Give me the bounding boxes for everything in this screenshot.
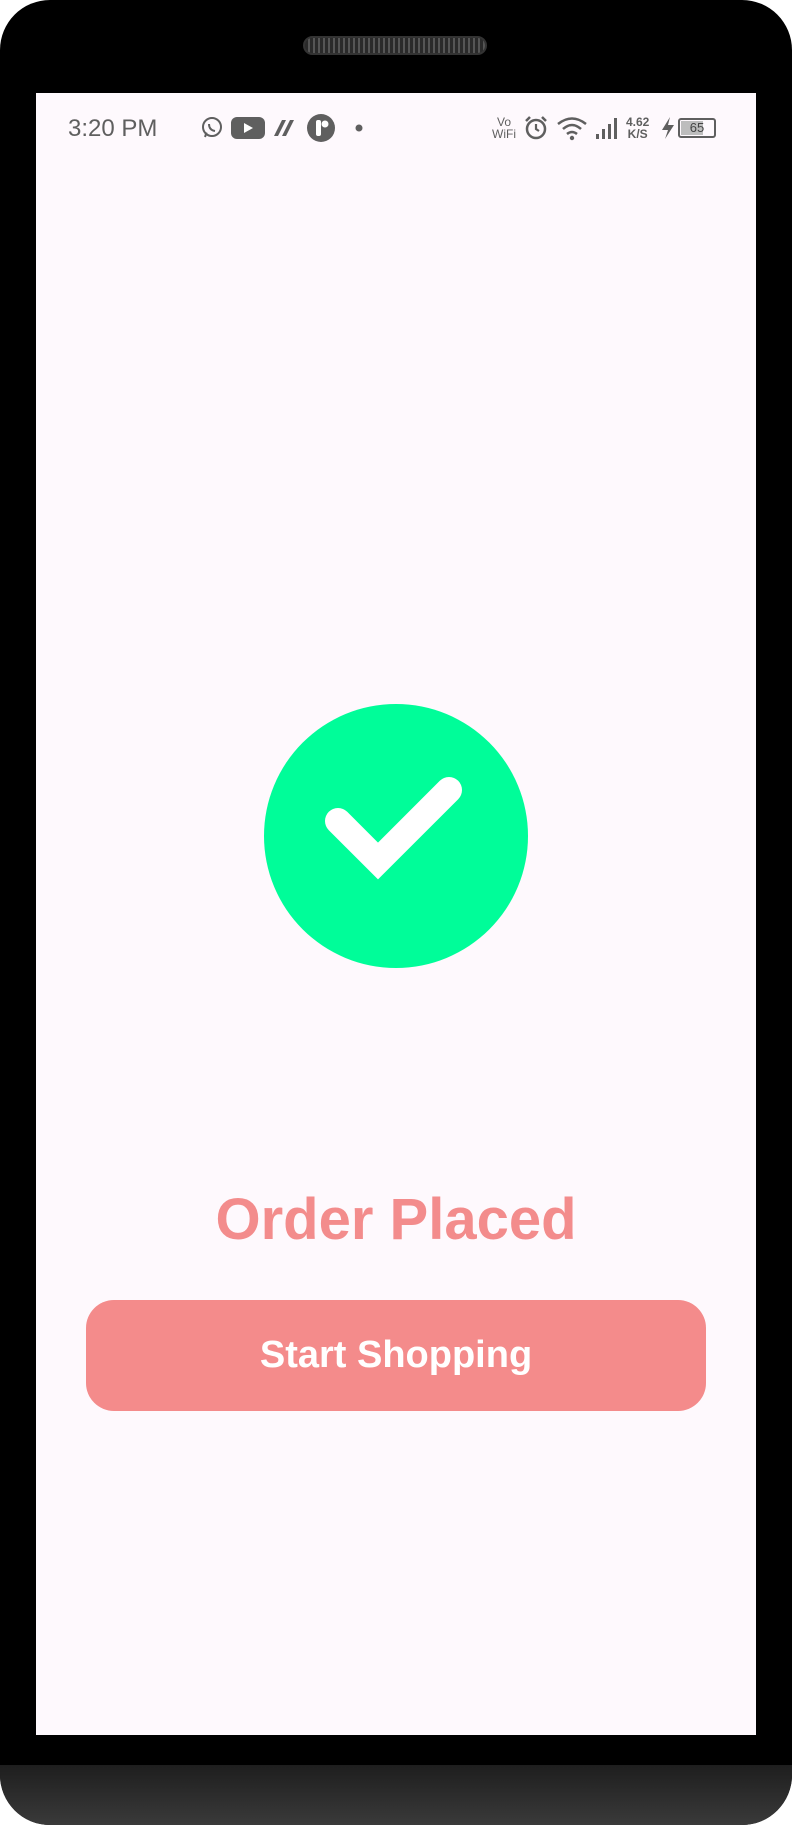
app-icon [272,111,298,145]
phone-frame: 3:20 PM Vo WiFi 4.62 K/S 65 Order Placed… [0,0,792,1825]
check-circle-icon [264,704,528,968]
status-bar: 3:20 PM Vo WiFi 4.62 K/S 65 [36,93,756,163]
status-time: 3:20 PM [68,115,158,142]
battery-percent: 65 [689,120,705,135]
battery-icon: 65 [678,111,716,145]
signal-icon [594,111,620,145]
app-screen: 3:20 PM Vo WiFi 4.62 K/S 65 Order Placed… [36,93,756,1735]
dot-icon [354,111,364,145]
order-placed-title: Order Placed [215,1187,577,1252]
alarm-icon [523,111,549,145]
wifi-icon [556,111,588,145]
vowifi-bottom-label: WiFi [492,127,516,141]
earpiece-speaker [303,36,487,55]
network-speed-unit: K/S [627,127,648,141]
battery-body: 65 [678,118,716,138]
vowifi-icon: Vo WiFi [492,111,516,145]
r-app-icon [306,111,336,145]
network-speed: 4.62 K/S [626,111,649,145]
checkmark-icon [325,777,462,880]
phone-bottom-bezel [0,1765,792,1825]
whatsapp-icon [200,111,224,145]
start-shopping-button[interactable]: Start Shopping [86,1300,706,1411]
youtube-icon [231,111,265,145]
charging-icon [660,111,676,145]
